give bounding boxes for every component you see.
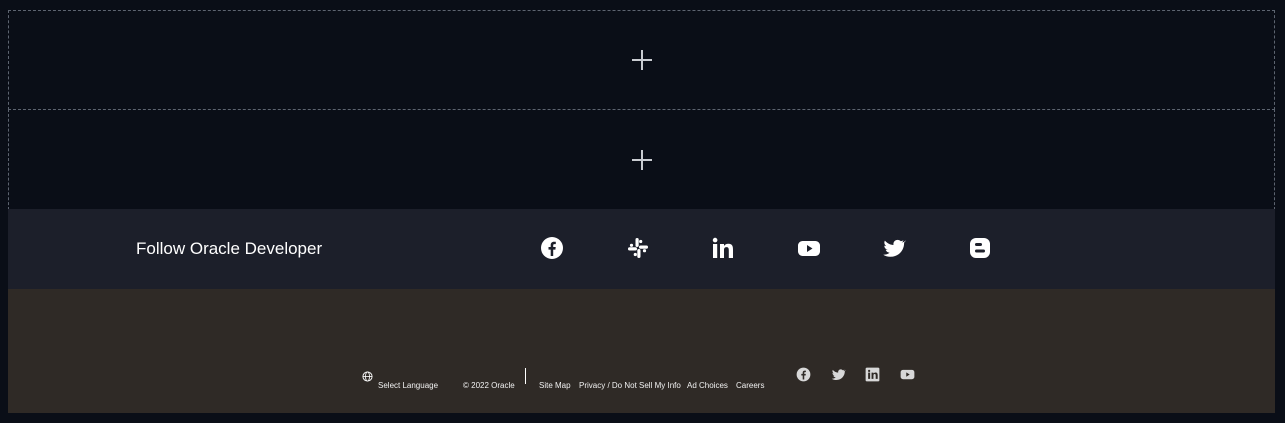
add-plus-icon[interactable] <box>631 149 652 170</box>
linkedin-icon[interactable] <box>865 367 880 382</box>
add-section-block[interactable] <box>8 109 1275 210</box>
select-language-link[interactable]: Select Language <box>378 381 438 390</box>
facebook-icon[interactable] <box>796 367 811 382</box>
slack-icon[interactable] <box>626 236 650 260</box>
ad-choices-link[interactable]: Ad Choices <box>687 381 728 390</box>
youtube-icon[interactable] <box>900 367 915 382</box>
privacy-link[interactable]: Privacy / Do Not Sell My Info <box>579 381 681 390</box>
blogger-icon[interactable] <box>968 236 992 260</box>
follow-title: Follow Oracle Developer <box>136 239 323 258</box>
site-footer: Select Language © 2022 Oracle Site Map P… <box>8 289 1275 413</box>
youtube-icon[interactable] <box>797 236 821 260</box>
twitter-icon[interactable] <box>882 236 906 260</box>
globe-icon[interactable] <box>362 371 373 382</box>
page-frame: Follow Oracle Developer Select Language … <box>8 10 1275 413</box>
twitter-icon[interactable] <box>831 367 846 382</box>
facebook-icon[interactable] <box>540 236 564 260</box>
add-plus-icon[interactable] <box>631 50 652 70</box>
copyright-text: © 2022 Oracle <box>463 381 515 390</box>
careers-link[interactable]: Careers <box>736 381 764 390</box>
follow-bar: Follow Oracle Developer <box>8 209 1275 289</box>
linkedin-icon[interactable] <box>711 236 735 260</box>
footer-divider <box>525 368 526 384</box>
add-section-block[interactable] <box>8 10 1275 110</box>
site-map-link[interactable]: Site Map <box>539 381 571 390</box>
